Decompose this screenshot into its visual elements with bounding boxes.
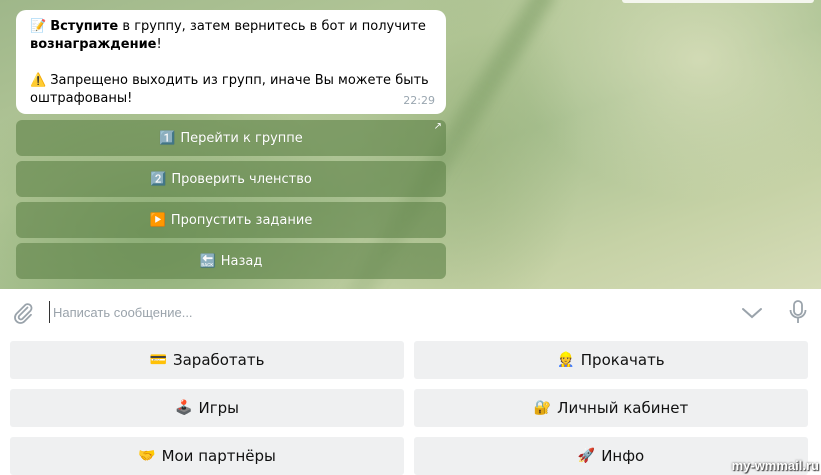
- joystick-icon: 🕹️: [175, 400, 193, 416]
- message-bubble: 📝 Вступите в группу, затем вернитесь в бо…: [16, 10, 446, 114]
- construction-worker-icon: 👷: [557, 352, 575, 368]
- inline-button-label: Перейти к группе: [180, 130, 303, 146]
- handshake-icon: 🤝: [138, 448, 156, 464]
- message-time: 22:29: [403, 94, 435, 107]
- message-line-4: оштрафованы!: [30, 90, 432, 108]
- message-line-3: ⚠️ Запрещено выходить из групп, иначе Вы …: [30, 72, 432, 90]
- reply-button-label: Заработать: [172, 351, 265, 369]
- credit-card-icon: 💳: [149, 352, 167, 368]
- rocket-icon: 🚀: [577, 448, 596, 464]
- reply-button-upgrade[interactable]: 👷 Прокачать: [414, 341, 808, 379]
- external-link-arrow-icon: ↗: [433, 121, 442, 132]
- inline-button-go-to-group[interactable]: 1️⃣ Перейти к группе ↗: [16, 120, 446, 156]
- message-line-2: вознаграждение!: [30, 36, 432, 54]
- message-bold-reward: вознаграждение: [30, 37, 157, 52]
- message-text: !: [156, 37, 162, 52]
- keycap-2-icon: 2️⃣: [150, 171, 167, 187]
- inline-button-label: Назад: [220, 253, 263, 269]
- message-line-1: 📝 Вступите в группу, затем вернитесь в бо…: [30, 18, 432, 36]
- reply-button-label: Мои партнёры: [161, 447, 276, 465]
- watermark: my-wmmail.ru: [731, 458, 819, 473]
- inline-button-back[interactable]: 🔙 Назад: [16, 243, 446, 279]
- microphone-icon[interactable]: [788, 299, 808, 325]
- paperclip-icon[interactable]: [11, 301, 35, 325]
- back-arrow-icon: 🔙: [199, 253, 216, 269]
- reply-button-games[interactable]: 🕹️ Игры: [10, 389, 404, 427]
- play-icon: ▶️: [149, 212, 166, 228]
- previous-message-edge: [622, 0, 814, 3]
- reply-keyboard: 💳 Заработать 👷 Прокачать 🕹️ Игры 🔐 Личны…: [0, 335, 821, 475]
- inline-button-skip-task[interactable]: ▶️ Пропустить задание: [16, 202, 446, 238]
- reply-button-earn[interactable]: 💳 Заработать: [10, 341, 404, 379]
- message-text: оштрафованы!: [30, 91, 133, 106]
- memo-icon: 📝: [30, 19, 47, 34]
- reply-button-label: Прокачать: [580, 351, 665, 369]
- message-input-bar: [0, 289, 821, 335]
- lock-key-icon: 🔐: [533, 400, 552, 416]
- keycap-1-icon: 1️⃣: [159, 130, 176, 146]
- reply-button-partners[interactable]: 🤝 Мои партнёры: [10, 437, 404, 475]
- inline-button-check-membership[interactable]: 2️⃣ Проверить членство: [16, 161, 446, 197]
- inline-keyboard: 1️⃣ Перейти к группе ↗ 2️⃣ Проверить чле…: [16, 120, 446, 284]
- reply-button-label: Игры: [198, 399, 239, 417]
- message-input[interactable]: [49, 301, 709, 323]
- message-text: в группу, затем вернитесь в бот и получи…: [118, 19, 426, 34]
- reply-button-label: Личный кабинет: [557, 399, 689, 417]
- inline-button-label: Проверить членство: [171, 171, 312, 187]
- reply-button-label: Инфо: [601, 447, 645, 465]
- chat-area: 📝 Вступите в группу, затем вернитесь в бо…: [0, 0, 821, 289]
- inline-button-label: Пропустить задание: [170, 212, 313, 228]
- message-bold-join: Вступите: [50, 19, 119, 34]
- reply-button-account[interactable]: 🔐 Личный кабинет: [414, 389, 808, 427]
- chevron-down-icon[interactable]: [740, 303, 764, 323]
- warning-icon: ⚠️: [30, 73, 47, 88]
- message-text: Запрещено выходить из групп, иначе Вы мо…: [50, 73, 429, 88]
